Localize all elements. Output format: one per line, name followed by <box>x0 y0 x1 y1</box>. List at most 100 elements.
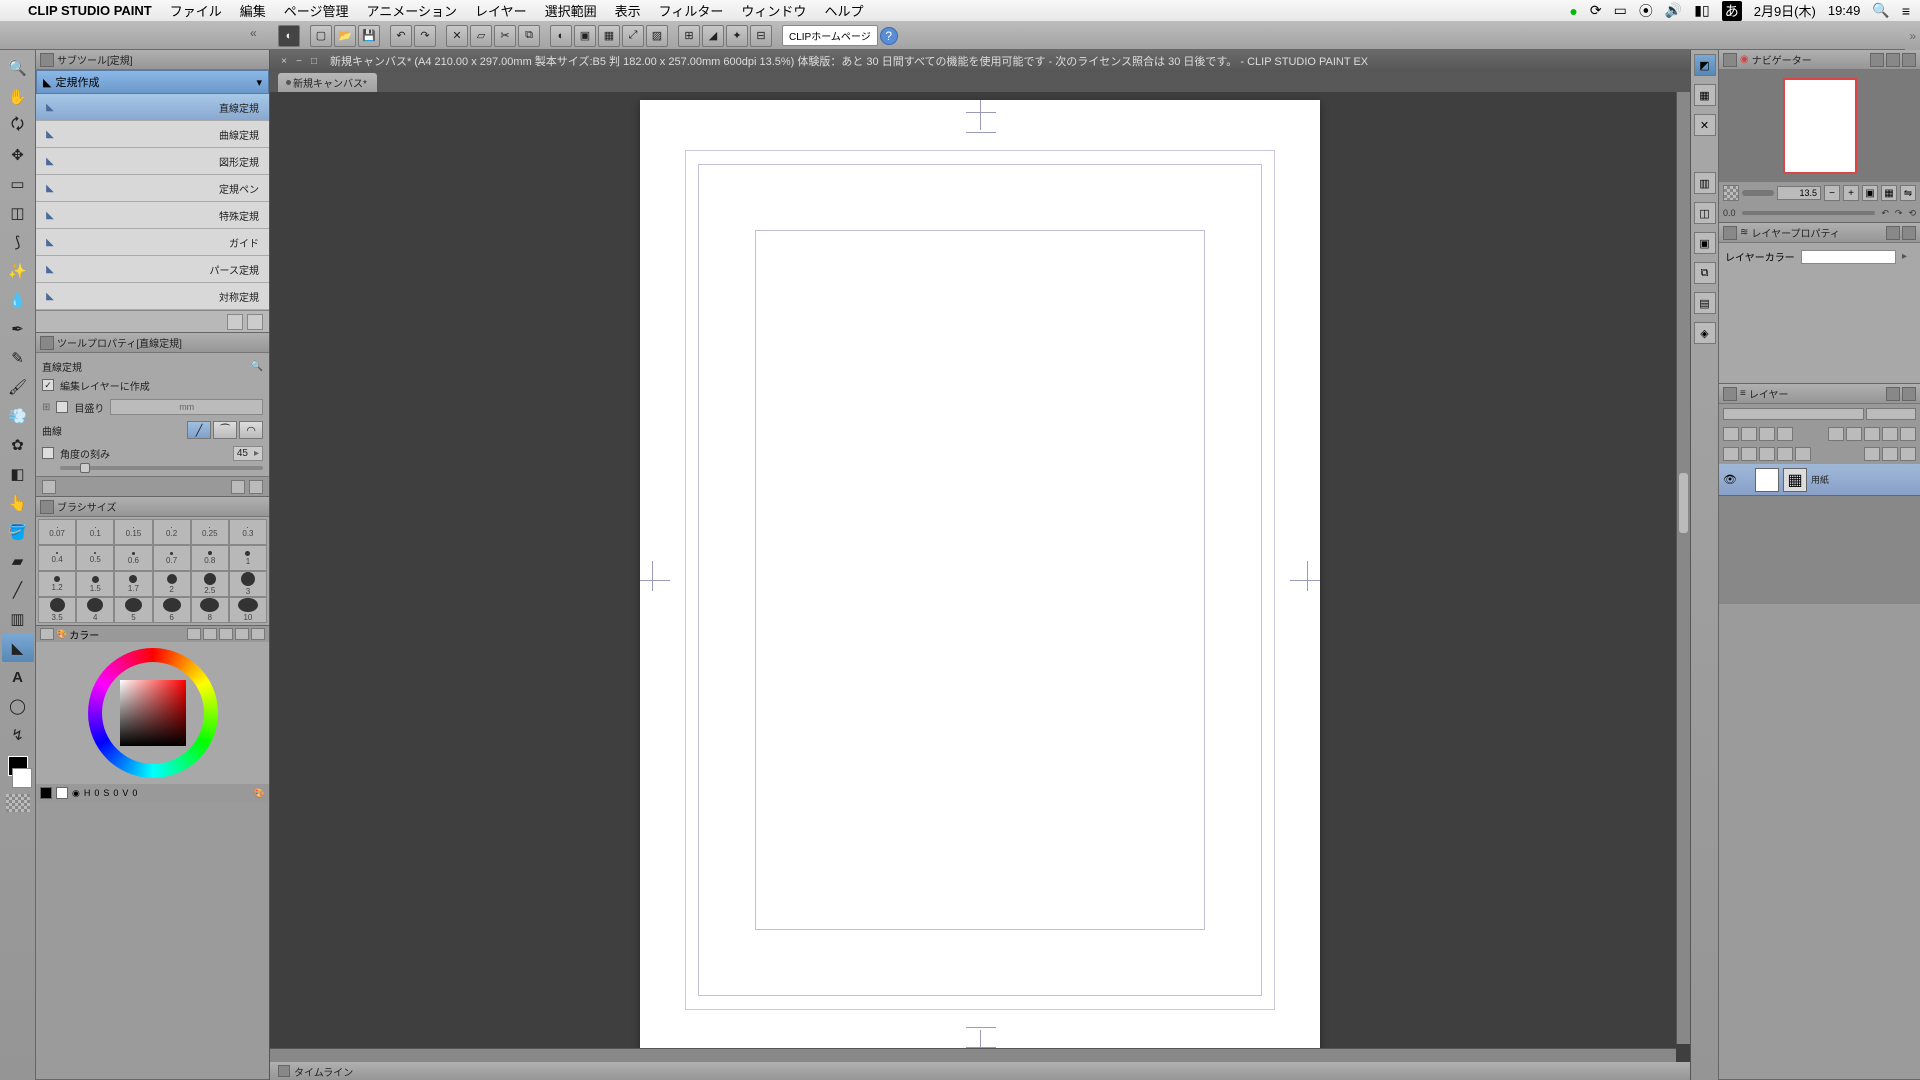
layerprop-header[interactable]: ≋ レイヤープロパティ <box>1719 223 1920 243</box>
opacity-slider[interactable] <box>1866 408 1916 420</box>
vertical-scrollbar[interactable] <box>1676 92 1690 1044</box>
lp-tab1[interactable] <box>1886 226 1900 240</box>
tool-balloon[interactable]: ◯ <box>2 692 34 720</box>
battery-icon[interactable]: ▮▯ <box>1694 2 1709 19</box>
tool-blend[interactable]: 👆 <box>2 489 34 517</box>
tool-decoration[interactable]: ✿ <box>2 431 34 459</box>
rotate-left-button[interactable]: ↶ <box>1881 208 1889 219</box>
blend-mode-select[interactable] <box>1723 408 1864 420</box>
property-reset-button[interactable] <box>231 480 245 494</box>
dock-tab-7[interactable]: ⧉ <box>1694 262 1716 284</box>
ruler-snap-button[interactable]: ◢ <box>702 25 724 47</box>
flip-button[interactable]: ⇋ <box>1900 185 1916 201</box>
panel-menu-icon[interactable] <box>40 336 54 350</box>
menu-icon[interactable]: ≡ <box>1902 3 1910 19</box>
panel-menu-icon[interactable] <box>278 1065 290 1077</box>
color-tab5[interactable] <box>251 628 265 640</box>
close-button[interactable]: × <box>278 55 290 67</box>
brush-size[interactable]: 2.5 <box>191 571 229 597</box>
layer-draft[interactable] <box>1882 427 1898 441</box>
angle-slider[interactable] <box>80 463 90 473</box>
lp-tab2[interactable] <box>1902 226 1916 240</box>
zoom-value[interactable]: 13.5 <box>1777 186 1821 200</box>
tone-button[interactable]: ▨ <box>646 25 668 47</box>
menu-layer[interactable]: レイヤー <box>475 1 527 20</box>
dock-tab-8[interactable]: ▤ <box>1694 292 1716 314</box>
nav-tab1[interactable] <box>1870 53 1884 67</box>
brush-size[interactable]: 8 <box>191 597 229 623</box>
menu-help[interactable]: ヘルプ <box>824 1 863 20</box>
layer-lock1[interactable] <box>1723 427 1739 441</box>
tool-frame[interactable]: ▥ <box>2 605 34 633</box>
menu-window[interactable]: ウィンドウ <box>741 1 806 20</box>
panel-menu-icon[interactable] <box>40 500 54 514</box>
volume-icon[interactable]: 🔊 <box>1665 2 1682 19</box>
clip-studio-icon[interactable]: ◐ <box>278 25 300 47</box>
layer-clip[interactable] <box>1900 427 1916 441</box>
tool-figure[interactable]: ╱ <box>2 576 34 604</box>
tool-fill[interactable]: 🪣 <box>2 518 34 546</box>
dock-tab-4[interactable]: ▥ <box>1694 172 1716 194</box>
layer-ref[interactable] <box>1864 427 1880 441</box>
property-register-button[interactable] <box>42 480 56 494</box>
subtool-guide[interactable]: ◣ガイド <box>36 229 269 256</box>
brush-size[interactable]: 0.4 <box>38 545 76 571</box>
ime-indicator[interactable]: あ <box>1722 1 1742 21</box>
tool-hand[interactable]: ✋ <box>2 83 34 111</box>
color-swatches[interactable] <box>0 756 35 812</box>
dock-tab-3[interactable]: ✕ <box>1694 114 1716 136</box>
nav-alpha[interactable] <box>1723 185 1739 201</box>
brush-size[interactable]: 0.2 <box>153 519 191 545</box>
canvas-area[interactable] <box>270 92 1690 1062</box>
tool-brush[interactable]: 🖌 <box>2 373 34 401</box>
color-tab1[interactable] <box>187 628 201 640</box>
layer-mask2[interactable] <box>1846 427 1862 441</box>
layer-below-button[interactable] <box>1759 447 1775 461</box>
save-button[interactable]: 💾 <box>358 25 380 47</box>
brush-size[interactable]: 4 <box>76 597 114 623</box>
color-tab4[interactable] <box>235 628 249 640</box>
brush-size[interactable]: 1.2 <box>38 571 76 597</box>
dock-tab-6[interactable]: ▣ <box>1694 232 1716 254</box>
brush-size[interactable]: 0.8 <box>191 545 229 571</box>
expand-icon[interactable]: ⊞ <box>42 402 50 413</box>
brush-size[interactable]: 0.15 <box>114 519 152 545</box>
dock-tab-1[interactable]: ◩ <box>1694 54 1716 76</box>
scale-check[interactable] <box>56 401 68 413</box>
layer-lock4[interactable] <box>1777 427 1793 441</box>
menu-filter[interactable]: フィルター <box>659 1 724 20</box>
menu-select[interactable]: 選択範囲 <box>545 1 597 20</box>
color-tab3[interactable] <box>219 628 233 640</box>
tool-marquee[interactable]: ◫ <box>2 199 34 227</box>
nav-tab2[interactable] <box>1886 53 1900 67</box>
tool-gradient[interactable]: ▰ <box>2 547 34 575</box>
new-button[interactable]: ▢ <box>310 25 332 47</box>
brush-size[interactable]: 6 <box>153 597 191 623</box>
layers-header[interactable]: ≡ レイヤー <box>1719 384 1920 404</box>
spotlight-icon[interactable]: 🔍 <box>1872 2 1889 19</box>
layer-lock2[interactable] <box>1741 427 1757 441</box>
menubar-time[interactable]: 19:49 <box>1828 3 1861 18</box>
navigator-view[interactable] <box>1719 70 1920 182</box>
tool-ruler[interactable]: ◣ <box>2 634 34 662</box>
color-swatch-bg[interactable] <box>56 787 68 799</box>
curve-arc-button[interactable]: ◠ <box>239 421 263 439</box>
tool-pencil[interactable]: ✎ <box>2 344 34 372</box>
help-icon[interactable]: ? <box>880 27 898 45</box>
layer-lock3[interactable] <box>1759 427 1775 441</box>
brush-size[interactable]: 0.3 <box>229 519 267 545</box>
color-swatch-fg[interactable] <box>40 787 52 799</box>
menubar-date[interactable]: 2月9日(木) <box>1754 1 1816 20</box>
timeline-panel[interactable]: タイムライン <box>270 1062 1690 1080</box>
subtool-figure-ruler[interactable]: ◣図形定規 <box>36 148 269 175</box>
brush-size[interactable]: 3.5 <box>38 597 76 623</box>
subtool-header[interactable]: サブツール[定規] <box>36 50 269 70</box>
tool-magnify[interactable]: 🔍 <box>2 54 34 82</box>
brush-size[interactable]: 10 <box>229 597 267 623</box>
curve-straight-button[interactable]: ╱ <box>187 421 211 439</box>
subtool-curve-ruler[interactable]: ◣曲線定規 <box>36 121 269 148</box>
zoom-slider[interactable] <box>1742 190 1774 196</box>
wifi-icon[interactable]: ⦿ <box>1639 1 1653 21</box>
layer-tab2[interactable] <box>1902 387 1916 401</box>
subtool-delete-button[interactable] <box>247 314 263 330</box>
